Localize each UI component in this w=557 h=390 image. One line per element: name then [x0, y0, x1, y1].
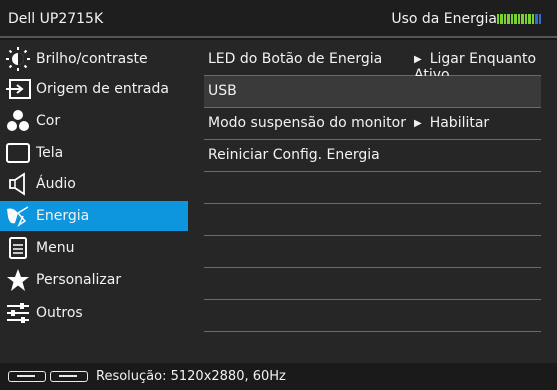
empty-row	[204, 236, 541, 268]
brightness-icon	[0, 44, 36, 74]
sidebar-item-menu[interactable]: Menu	[0, 233, 188, 263]
menu-icon	[0, 233, 36, 263]
sidebar-item-label: Origem de entrada	[36, 81, 169, 97]
sidebar-item-personalize[interactable]: Personalizar	[0, 265, 188, 295]
star-icon	[0, 265, 36, 295]
sidebar-item-energy[interactable]: Energia	[0, 201, 188, 231]
sidebar-item-input-source[interactable]: Origem de entrada	[0, 74, 188, 104]
setting-label: Modo suspensão do monitor	[208, 115, 406, 131]
energy-settings-panel: LED do Botão de Energia Ligar Enquanto A…	[188, 40, 557, 363]
osd-sidebar: Brilho/contraste Origem de entrada Cor T…	[0, 40, 188, 363]
empty-row	[204, 268, 541, 300]
energy-usage-meter	[497, 14, 542, 24]
setting-label: LED do Botão de Energia	[208, 51, 383, 67]
displayport-icon	[50, 371, 88, 382]
monitor-model: Dell UP2715K	[8, 11, 104, 27]
setting-label: Reiniciar Config. Energia	[208, 147, 380, 163]
sidebar-item-label: Tela	[36, 145, 64, 161]
osd-header: Dell UP2715K Uso da Energia	[0, 0, 557, 38]
setting-value: Habilitar	[414, 115, 490, 131]
setting-row-reset-energy[interactable]: Reiniciar Config. Energia	[204, 140, 541, 172]
empty-row	[204, 300, 541, 332]
display-icon	[0, 138, 36, 168]
energy-icon	[0, 201, 36, 231]
setting-row-usb[interactable]: USB	[204, 76, 541, 108]
others-icon	[0, 298, 36, 328]
sidebar-item-label: Personalizar	[36, 272, 122, 288]
sidebar-item-label: Cor	[36, 113, 61, 129]
energy-usage-label: Uso da Energia	[391, 11, 497, 27]
sidebar-item-audio[interactable]: Áudio	[0, 169, 188, 199]
setting-label: USB	[208, 83, 237, 99]
color-icon	[0, 106, 36, 136]
sidebar-item-label: Menu	[36, 240, 75, 256]
sidebar-item-others[interactable]: Outros	[0, 298, 188, 328]
setting-row-monitor-sleep[interactable]: Modo suspensão do monitor Habilitar	[204, 108, 541, 140]
sidebar-item-color[interactable]: Cor	[0, 106, 188, 136]
input-source-icon	[0, 74, 36, 104]
displayport-icon	[8, 371, 46, 382]
empty-row	[204, 172, 541, 204]
sidebar-item-brightness-contrast[interactable]: Brilho/contraste	[0, 44, 188, 74]
sidebar-item-display[interactable]: Tela	[0, 138, 188, 168]
osd-footer: Resolução: 5120x2880, 60Hz	[0, 363, 557, 390]
resolution-readout: Resolução: 5120x2880, 60Hz	[96, 369, 286, 384]
audio-icon	[0, 169, 36, 199]
sidebar-item-label: Outros	[36, 305, 83, 321]
sidebar-item-label: Áudio	[36, 176, 76, 192]
empty-row	[204, 204, 541, 236]
sidebar-item-label: Brilho/contraste	[36, 51, 148, 67]
sidebar-item-label: Energia	[36, 208, 90, 224]
setting-row-power-button-led[interactable]: LED do Botão de Energia Ligar Enquanto A…	[204, 44, 541, 83]
